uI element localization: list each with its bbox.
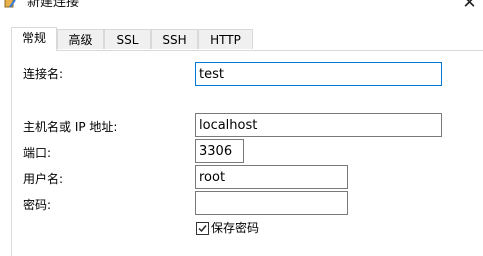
tab-label: HTTP	[210, 33, 241, 47]
tab-ssl[interactable]: SSL	[104, 29, 151, 49]
close-button[interactable]: ✕	[456, 0, 483, 14]
tab-general[interactable]: 常规	[11, 27, 57, 51]
app-icon	[4, 0, 16, 9]
save-password-checkbox[interactable]	[196, 222, 209, 235]
checkmark-icon	[198, 225, 207, 233]
new-connection-dialog: 新建连接 ✕ 常规 高级 SSL SSH HTTP 连接名: 主机名或 IP 地…	[0, 0, 483, 256]
host-label: 主机名或 IP 地址:	[23, 120, 118, 134]
password-label: 密码:	[23, 198, 52, 212]
tab-http[interactable]: HTTP	[198, 29, 253, 49]
tab-label: SSL	[116, 33, 139, 47]
title-bar: 新建连接 ✕	[0, 0, 483, 18]
close-icon: ✕	[462, 0, 477, 13]
host-input[interactable]	[195, 113, 442, 137]
port-input[interactable]	[195, 139, 244, 163]
username-input[interactable]	[195, 165, 348, 189]
tab-ssh[interactable]: SSH	[151, 29, 198, 49]
username-label: 用户名:	[23, 172, 64, 186]
tab-label: 常规	[21, 31, 46, 45]
password-input[interactable]	[195, 191, 348, 215]
window-title: 新建连接	[27, 0, 80, 10]
tab-strip: 常规 高级 SSL SSH HTTP	[0, 27, 483, 51]
tab-advanced[interactable]: 高级	[57, 29, 104, 49]
port-label: 端口:	[23, 146, 52, 160]
tab-label: SSH	[162, 33, 187, 47]
connection-name-label: 连接名:	[23, 67, 64, 81]
tab-label: 高级	[68, 33, 93, 47]
save-password-label[interactable]: 保存密码	[211, 220, 259, 236]
connection-name-input[interactable]	[195, 62, 442, 86]
